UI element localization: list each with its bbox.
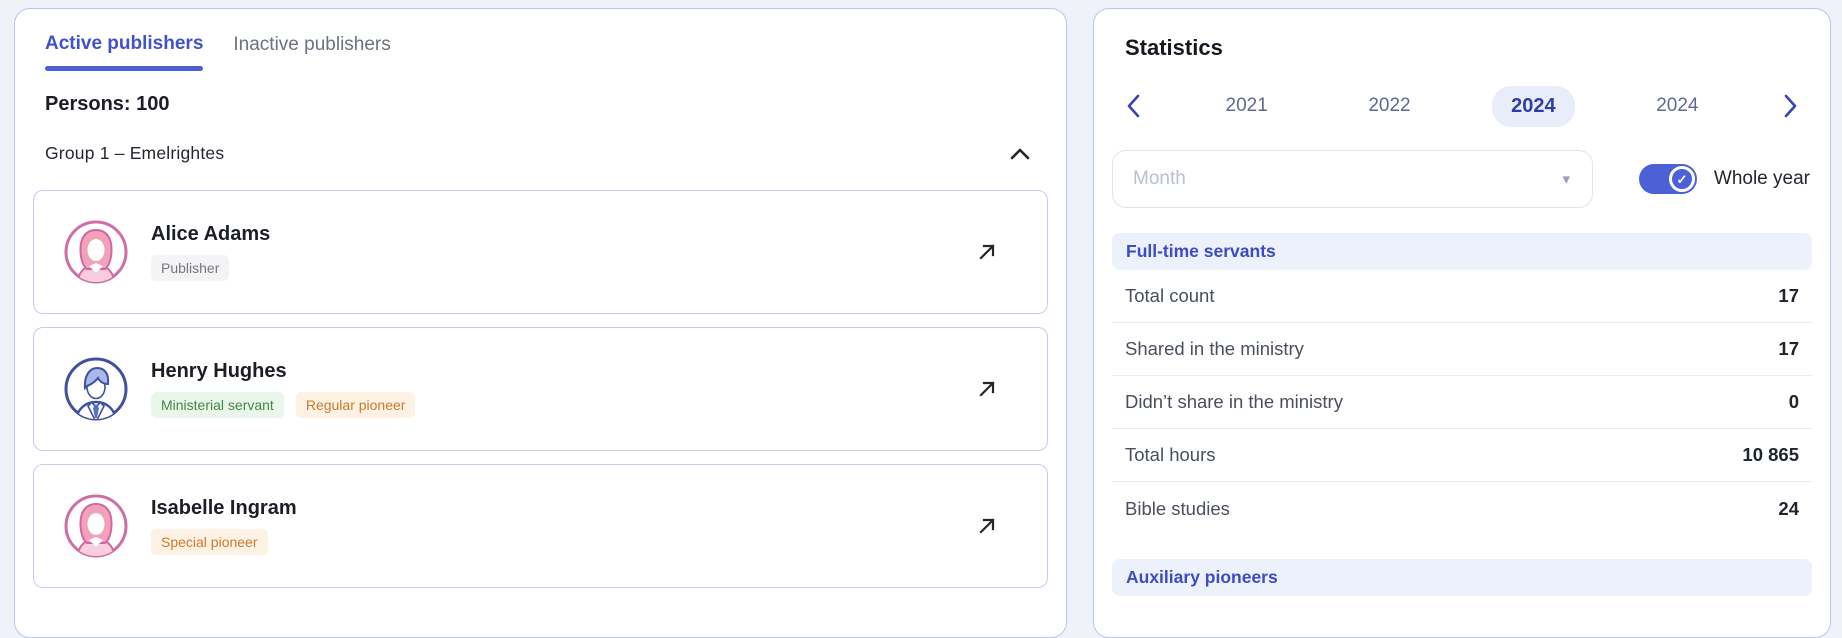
chevron-left-icon bbox=[1126, 94, 1140, 118]
chevron-up-icon bbox=[1010, 148, 1030, 160]
person-card[interactable]: Henry Hughes Ministerial servant Regular… bbox=[33, 327, 1048, 451]
table-row: Total hours 10 865 bbox=[1112, 429, 1812, 482]
stat-value: 17 bbox=[1778, 338, 1799, 359]
table-row: Bible studies 24 bbox=[1112, 482, 1812, 535]
role-badge: Publisher bbox=[151, 254, 230, 282]
year-navigation: 2021 2022 2024 2024 bbox=[1112, 84, 1812, 128]
year-option[interactable]: 2024 bbox=[1637, 86, 1717, 126]
tab-inactive-publishers[interactable]: Inactive publishers bbox=[233, 33, 390, 71]
stat-value: 10 865 bbox=[1742, 444, 1799, 465]
tab-active-publishers-label: Active publishers bbox=[45, 33, 204, 54]
arrow-up-right-icon bbox=[975, 240, 999, 264]
table-row: Total count 17 bbox=[1112, 270, 1812, 323]
badge-row: Ministerial servant Regular pioneer bbox=[151, 391, 971, 419]
arrow-up-right-icon bbox=[975, 377, 999, 401]
role-badge: Special pioneer bbox=[151, 528, 268, 556]
person-info: Isabelle Ingram Special pioneer bbox=[151, 497, 971, 556]
role-badge: Ministerial servant bbox=[151, 391, 284, 419]
check-icon: ✓ bbox=[1668, 166, 1695, 192]
collapse-group-button[interactable] bbox=[1006, 144, 1034, 164]
whole-year-control: ✓ Whole year bbox=[1638, 164, 1812, 194]
publishers-panel: Active publishers Inactive publishers Pe… bbox=[14, 8, 1067, 638]
year-option-selected[interactable]: 2024 bbox=[1492, 85, 1575, 127]
male-avatar bbox=[63, 356, 129, 422]
badge-row: Publisher bbox=[151, 254, 971, 282]
statistics-table: Total count 17 Shared in the ministry 17… bbox=[1112, 270, 1812, 535]
tab-inactive-publishers-label: Inactive publishers bbox=[233, 34, 391, 55]
person-name: Alice Adams bbox=[151, 222, 271, 245]
whole-year-toggle[interactable]: ✓ bbox=[1638, 164, 1697, 194]
stat-label: Bible studies bbox=[1125, 497, 1230, 519]
female-avatar bbox=[63, 493, 129, 559]
group-title: Group 1 – Emelrightes bbox=[45, 143, 225, 163]
statistics-title: Statistics bbox=[1125, 35, 1223, 60]
year-option[interactable]: 2021 bbox=[1207, 86, 1287, 126]
table-row: Didn’t share in the ministry 0 bbox=[1112, 376, 1812, 429]
publishers-tabs: Active publishers Inactive publishers bbox=[33, 33, 1048, 71]
female-avatar bbox=[63, 219, 129, 285]
open-person-button[interactable] bbox=[971, 236, 1003, 268]
person-info: Alice Adams Publisher bbox=[151, 223, 971, 282]
previous-year-button[interactable] bbox=[1122, 90, 1144, 122]
tab-active-publishers[interactable]: Active publishers bbox=[45, 33, 204, 71]
person-info: Henry Hughes Ministerial servant Regular… bbox=[151, 360, 971, 419]
person-name: Isabelle Ingram bbox=[151, 496, 297, 519]
section-header-full-time-servants: Full-time servants bbox=[1112, 233, 1812, 270]
arrow-up-right-icon bbox=[975, 514, 999, 538]
person-card-list: Alice Adams Publisher Henry Hughes Minis… bbox=[33, 190, 1048, 588]
open-person-button[interactable] bbox=[971, 373, 1003, 405]
stat-label: Shared in the ministry bbox=[1125, 338, 1304, 359]
role-badge: Regular pioneer bbox=[295, 391, 416, 419]
stat-value: 17 bbox=[1778, 285, 1799, 306]
next-year-button[interactable] bbox=[1780, 90, 1802, 122]
badge-row: Special pioneer bbox=[151, 528, 971, 556]
active-tab-underline bbox=[45, 66, 204, 71]
stat-label: Didn’t share in the ministry bbox=[1125, 391, 1343, 412]
month-select-input[interactable] bbox=[1113, 168, 1592, 190]
whole-year-label: Whole year bbox=[1713, 168, 1810, 189]
person-name: Henry Hughes bbox=[151, 359, 287, 382]
persons-count: Persons: 100 bbox=[45, 93, 170, 115]
group-header[interactable]: Group 1 – Emelrightes bbox=[33, 143, 1048, 164]
year-option[interactable]: 2022 bbox=[1349, 86, 1429, 126]
stat-value: 24 bbox=[1778, 497, 1799, 519]
filter-controls: ▾ ✓ Whole year bbox=[1112, 150, 1812, 208]
statistics-panel: Statistics 2021 2022 2024 2024 ▾ ✓ Whole… bbox=[1093, 8, 1831, 638]
stat-label: Total count bbox=[1125, 285, 1215, 306]
section-header-auxiliary-pioneers: Auxiliary pioneers bbox=[1112, 559, 1812, 596]
stat-value: 0 bbox=[1788, 391, 1799, 412]
month-select[interactable]: ▾ bbox=[1112, 150, 1593, 208]
person-card[interactable]: Isabelle Ingram Special pioneer bbox=[33, 464, 1048, 588]
chevron-right-icon bbox=[1784, 94, 1798, 118]
stat-label: Total hours bbox=[1125, 444, 1216, 465]
person-card[interactable]: Alice Adams Publisher bbox=[33, 190, 1048, 314]
table-row: Shared in the ministry 17 bbox=[1112, 323, 1812, 376]
open-person-button[interactable] bbox=[971, 510, 1003, 542]
